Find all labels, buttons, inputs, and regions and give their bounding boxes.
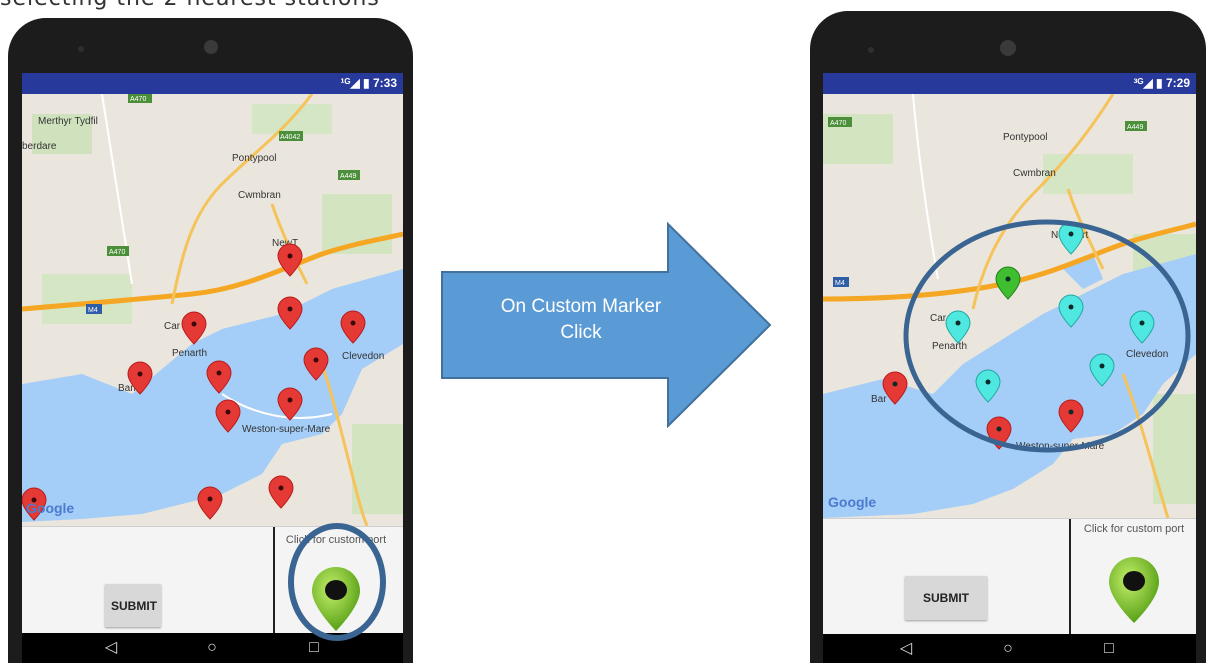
submit-button[interactable]: SUBMIT [105,584,161,627]
status-bar: ³ᴳ◢ ▮ 7:29 [823,73,1196,94]
svg-text:A449: A449 [340,173,356,180]
road-badge: A470 [828,117,852,127]
google-logo: Google [26,500,74,516]
home-button[interactable]: ○ [996,639,1020,659]
road-badge: A449 [1125,121,1147,131]
place-label: Cwmbran [238,190,281,201]
road-badge: A470 [107,246,129,256]
map-view[interactable]: A470 A4042 A449 A470 M4 Merthyr Tydfil b… [22,94,403,526]
highlight-ring [288,523,386,641]
back-button[interactable]: ◁ [894,639,918,659]
status-time: 7:29 [1165,76,1190,90]
place-label: Merthyr Tydfil [38,116,98,127]
place-label: Cwmbran [1013,168,1056,179]
svg-text:A449: A449 [1127,124,1143,131]
speaker-icon [204,40,218,54]
signal-icon: ¹ᴳ◢ ▮ [340,76,370,90]
svg-text:M4: M4 [88,307,98,314]
road-badge: M4 [833,277,849,287]
place-label: Penarth [172,348,207,359]
recents-button[interactable]: □ [1097,639,1121,659]
arrow-label-line2: Click [560,322,602,343]
status-time: 7:33 [372,76,397,90]
control-panel: SUBMIT Click for custom port [823,518,1196,635]
caption-text: selecting the 2 nearest stations [0,0,380,11]
right-phone-frame: ³ᴳ◢ ▮ 7:29 A470 A449 M4 Pontypool Cwmbra… [810,11,1206,663]
back-button[interactable]: ◁ [99,638,123,658]
camera-dot [78,46,84,52]
custom-port-label: Click for custom port [1083,523,1185,535]
arrow-label-line1: On Custom Marker [500,296,662,317]
place-label: berdare [22,141,57,152]
submit-button[interactable]: SUBMIT [905,576,987,620]
svg-text:M4: M4 [835,280,845,287]
home-button[interactable]: ○ [200,638,224,658]
svg-text:A470: A470 [130,96,146,103]
camera-dot [868,47,874,53]
custom-port-marker-button[interactable] [1107,555,1161,625]
map-view[interactable]: A470 A449 M4 Pontypool Cwmbran Newport C… [823,94,1196,518]
right-screen: ³ᴳ◢ ▮ 7:29 A470 A449 M4 Pontypool Cwmbra… [823,73,1196,663]
road-badge: A4042 [279,131,303,141]
navigation-bar: ◁ ○ □ [823,634,1196,663]
signal-icon: ³ᴳ◢ ▮ [1133,76,1163,90]
svg-text:A4042: A4042 [280,134,300,141]
place-label: Clevedon [342,351,384,362]
place-label: Car [164,321,181,332]
svg-text:A470: A470 [109,249,125,256]
panel-divider [273,527,275,634]
status-bar: ¹ᴳ◢ ▮ 7:33 [22,73,403,94]
place-label: Pontypool [232,153,276,164]
place-label: Pontypool [1003,132,1047,143]
place-label: Penarth [932,341,967,352]
panel-divider [1069,519,1071,635]
road-badge: A470 [128,94,152,103]
road-badge: A449 [338,170,360,180]
google-logo: Google [828,494,876,510]
speaker-icon [1000,40,1016,56]
place-label: Clevedon [1126,349,1168,360]
transition-arrow: On Custom Marker Click [440,221,772,429]
arrow-label: On Custom Marker Click [440,294,722,346]
svg-text:A470: A470 [830,120,846,127]
road-badge: M4 [86,304,102,314]
place-label: Bar [871,394,887,405]
place-label: Weston-super-Mare [242,424,331,435]
